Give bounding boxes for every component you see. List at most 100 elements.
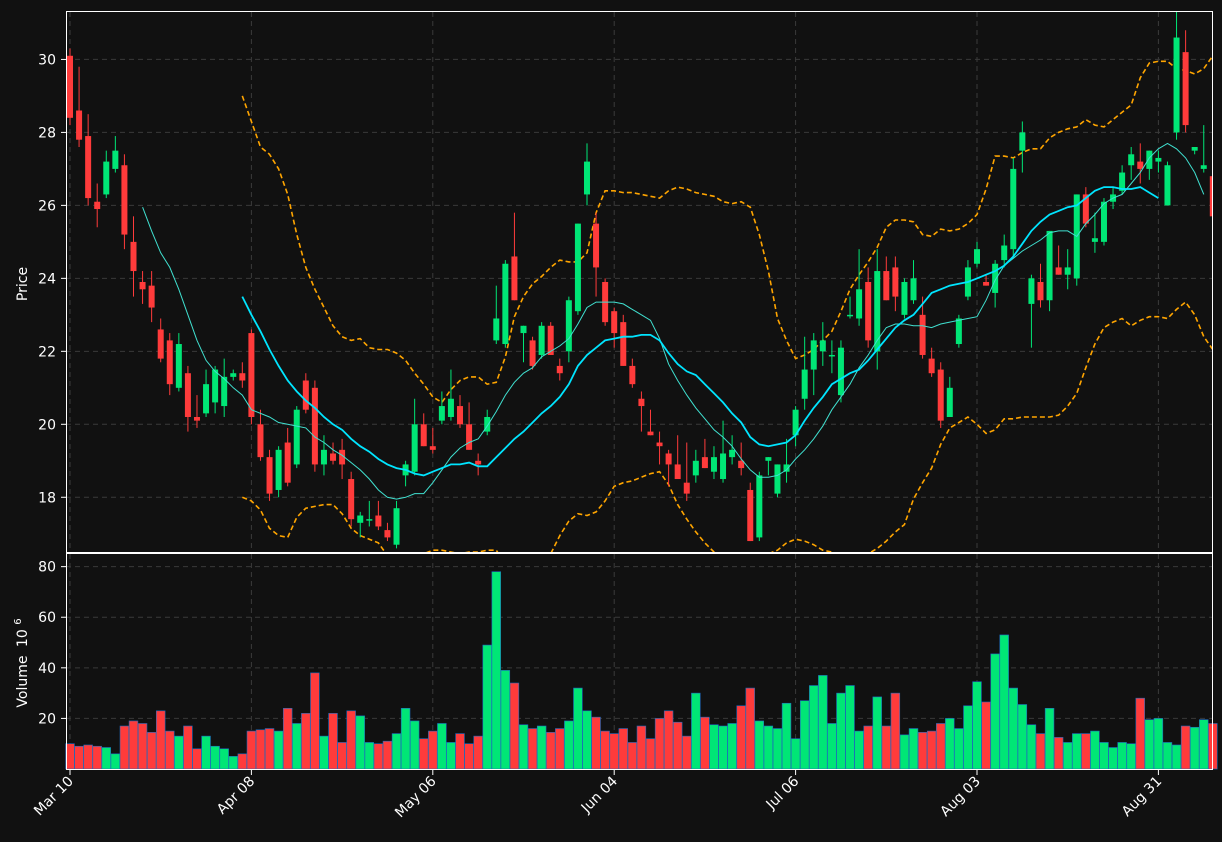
volume-bar (500, 670, 511, 770)
volume-bar (282, 707, 293, 770)
candle-body (983, 282, 990, 286)
candle-body (629, 365, 636, 385)
volume-bar (836, 692, 846, 770)
volume-bar (310, 672, 320, 770)
candle-body (511, 256, 518, 301)
volume-bar (936, 723, 946, 770)
volume-bar (981, 701, 991, 770)
candle-body (928, 358, 935, 374)
candle-body (520, 325, 527, 334)
volume-bar (990, 653, 1000, 770)
volume-bar (165, 730, 175, 770)
volume-bar (301, 713, 311, 770)
volume-bar (119, 725, 130, 770)
candle-body (1001, 245, 1008, 261)
candle-body (103, 161, 110, 195)
candle-body (1191, 147, 1198, 151)
candle-body (139, 282, 146, 290)
candle-body (375, 515, 382, 527)
volume-bar (473, 735, 483, 770)
price-tick-label: 26 (38, 198, 56, 214)
candle-body (493, 318, 500, 341)
candle-body (701, 457, 708, 469)
candle-body (883, 271, 890, 301)
volume-bar (237, 753, 248, 770)
volume-bar (727, 723, 737, 770)
candle-body (393, 508, 400, 545)
candle-body (1200, 165, 1207, 169)
volume-bar (972, 681, 982, 770)
volume-tick-label: 20 (38, 711, 56, 727)
volume-bar (437, 723, 447, 770)
candle-body (193, 417, 200, 421)
volume-bar (328, 713, 338, 770)
volume-bar (899, 734, 910, 770)
volume-bar (781, 702, 792, 770)
candle-body (937, 369, 944, 421)
volume-bar (355, 715, 365, 770)
candle-body (1164, 165, 1171, 206)
candle-body (411, 424, 418, 472)
candle-body (856, 289, 863, 319)
candle-body (1010, 168, 1017, 250)
volume-bar (137, 723, 148, 770)
volume-bar (917, 732, 928, 770)
candle-body (184, 373, 191, 417)
volume-bar (827, 723, 837, 770)
price-tick-label: 20 (38, 417, 56, 433)
candle-body (593, 223, 600, 268)
volume-bar (627, 742, 638, 770)
volume-bar (1144, 719, 1155, 770)
volume-bar (573, 687, 583, 770)
candle-body (837, 347, 844, 396)
volume-bar (1063, 742, 1073, 770)
volume-bar (292, 723, 302, 770)
volume-bar (400, 707, 411, 770)
candle-body (747, 489, 754, 542)
candle-body (1182, 52, 1189, 126)
volume-bar (264, 728, 275, 770)
volume-bar (464, 743, 474, 770)
volume-bar (1017, 704, 1028, 770)
volume-bar (146, 732, 157, 770)
volume-bar (945, 718, 955, 770)
candle-body (293, 409, 300, 465)
volume-bar (1162, 742, 1173, 770)
candle-body (239, 373, 246, 381)
volume-bar (999, 634, 1009, 770)
volume-bar (83, 744, 93, 770)
volume-bar (591, 716, 601, 770)
volume-bar (600, 730, 610, 770)
candle-body (892, 267, 899, 297)
volume-bar (1035, 733, 1046, 770)
candle-body (330, 453, 337, 461)
candle-body (847, 314, 854, 317)
volume-bar (564, 720, 574, 770)
volume-bar (645, 738, 656, 770)
volume-bar (954, 728, 964, 770)
volume-bar (863, 725, 873, 770)
candle-body (692, 460, 699, 476)
candle-body (212, 369, 219, 403)
volume-bar (1199, 719, 1209, 770)
candle-body (157, 329, 164, 359)
candle-body (946, 387, 953, 417)
volume-bar (963, 705, 973, 770)
volume-bar (428, 730, 438, 770)
volume-bar (1189, 726, 1200, 770)
candle-body (257, 424, 264, 458)
volume-bar (74, 745, 84, 770)
candle-body (910, 278, 917, 301)
candle-body (583, 161, 590, 195)
volume-bar (337, 742, 347, 770)
candle-body (683, 482, 690, 494)
volume-bar (373, 743, 384, 770)
candle-body (865, 282, 872, 341)
candle-body (457, 406, 464, 425)
chart-background (0, 0, 1222, 842)
volume-bar (455, 733, 465, 770)
volume-bar (192, 748, 202, 770)
volume-axis-label-base: 10 (15, 629, 31, 647)
volume-bar (1099, 742, 1109, 770)
price-axis-label: Price (15, 267, 31, 301)
